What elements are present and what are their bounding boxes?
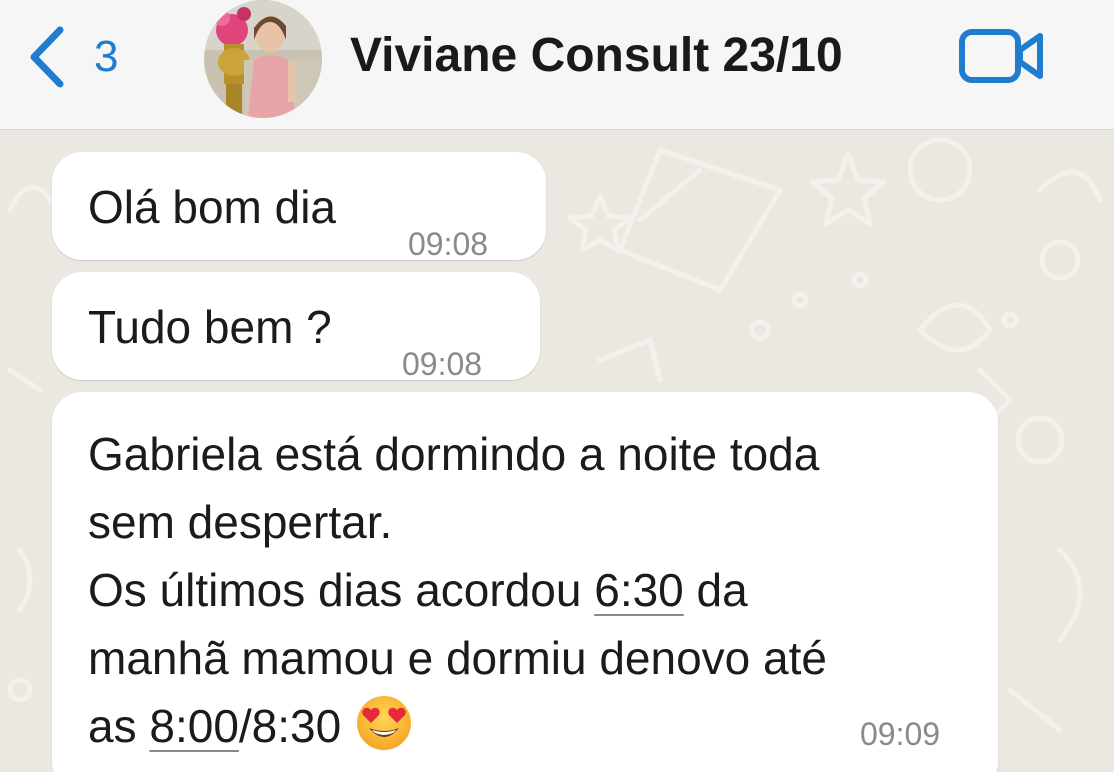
message-bubble[interactable]: Olá bom dia 09:08: [52, 152, 546, 260]
chat-area[interactable]: Olá bom dia 09:08 Tudo bem ? 09:08 Gabri…: [0, 130, 1114, 772]
message-bubble[interactable]: Tudo bem ? 09:08: [52, 272, 540, 380]
message-timestamp: 09:09: [860, 716, 941, 752]
message-line: Gabriela está dormindo a noite toda: [88, 428, 820, 480]
message-line: as 8:00/8:30: [88, 692, 827, 760]
message-segment: da: [683, 564, 748, 616]
heart-eyes-emoji-icon: [355, 694, 413, 752]
time-link[interactable]: 8:00: [149, 700, 239, 752]
message-text: Gabriela está dormindo a noite toda sem …: [88, 420, 827, 760]
avatar[interactable]: [204, 0, 322, 118]
message-text: Tudo bem ?: [88, 301, 332, 353]
chevron-left-icon[interactable]: [22, 22, 68, 92]
message-segment: Os últimos dias acordou: [88, 564, 595, 616]
message-bubble[interactable]: Gabriela está dormindo a noite toda sem …: [52, 392, 998, 772]
chat-title[interactable]: Viviane Consult 23/10: [350, 28, 843, 83]
message-text: Olá bom dia: [88, 181, 337, 233]
back-button[interactable]: 3: [22, 22, 118, 92]
message-segment: as: [88, 700, 150, 752]
unread-count[interactable]: 3: [94, 35, 118, 79]
time-link[interactable]: 6:30: [594, 564, 684, 616]
video-call-button[interactable]: [958, 26, 1046, 86]
chat-header: 3 Viviane Consult 23/10: [0, 0, 1114, 130]
message-line: Os últimos dias acordou 6:30 da: [88, 556, 827, 624]
message-line: manhã mamou e dormiu denovo até: [88, 632, 827, 684]
message-line: sem despertar.: [88, 496, 393, 548]
message-timestamp: 09:08: [408, 226, 489, 262]
message-timestamp: 09:08: [402, 346, 483, 382]
video-camera-icon[interactable]: [958, 26, 1046, 86]
message-segment: /8:30: [238, 700, 342, 752]
